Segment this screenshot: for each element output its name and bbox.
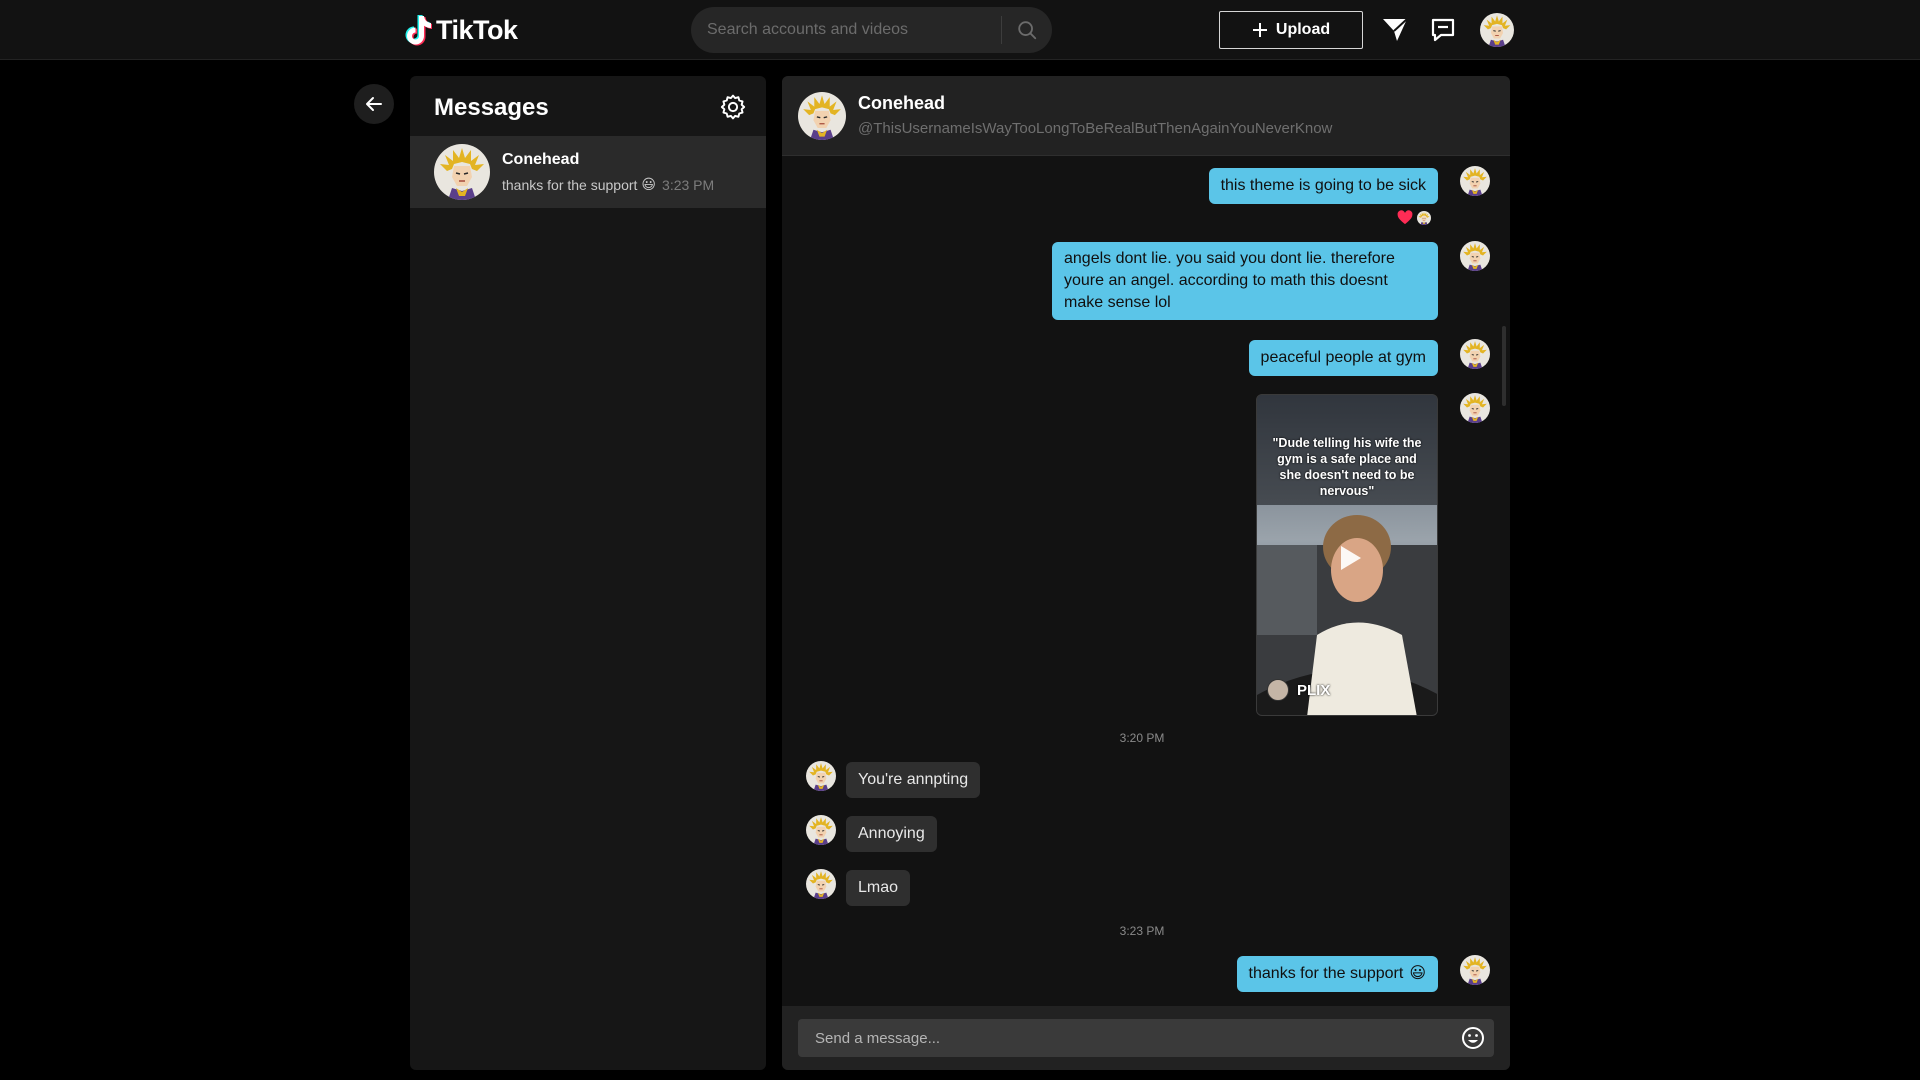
preview-emoji: 😃 xyxy=(641,176,657,192)
top-navbar: TikTok Upload xyxy=(0,0,1920,60)
heart-icon xyxy=(1397,210,1413,225)
back-arrow-icon xyxy=(366,97,382,111)
message-avatar[interactable] xyxy=(806,869,836,899)
message-composer xyxy=(782,1006,1510,1070)
conversation-name: Conehead xyxy=(502,151,580,168)
search-icon xyxy=(1018,21,1037,40)
message-bubble-incoming[interactable]: You're annpting xyxy=(846,762,981,798)
messages-button[interactable] xyxy=(1427,14,1459,46)
gear-icon xyxy=(720,94,746,120)
message-input[interactable] xyxy=(798,1019,1438,1057)
message-avatar xyxy=(1460,166,1490,196)
reaction-avatar xyxy=(1417,210,1431,225)
settings-button[interactable] xyxy=(718,92,748,122)
avatar-image xyxy=(1460,241,1490,271)
message-avatar[interactable] xyxy=(806,761,836,791)
chat-header: Conehead @ThisUsernameIsWayTooLongToBeRe… xyxy=(782,76,1510,156)
avatar-image xyxy=(1460,955,1490,985)
chat-panel: Conehead @ThisUsernameIsWayTooLongToBeRe… xyxy=(782,76,1510,1070)
send-icon xyxy=(1383,18,1408,41)
message-bubble-incoming[interactable]: Annoying xyxy=(846,816,937,852)
play-icon[interactable] xyxy=(1334,543,1364,573)
video-caption: "Dude telling his wife the gym is a safe… xyxy=(1272,436,1422,498)
message-avatar xyxy=(1460,339,1490,369)
upload-button[interactable]: Upload xyxy=(1219,11,1363,49)
avatar-image xyxy=(798,92,846,140)
avatar-image xyxy=(1460,339,1490,369)
message-timestamp: 3:23 PM xyxy=(1119,924,1165,938)
search-button[interactable] xyxy=(1002,7,1052,53)
plus-icon xyxy=(1252,23,1267,37)
shared-video-message[interactable]: "Dude telling his wife the gym is a safe… xyxy=(1256,394,1438,716)
message-emoji: 😃 xyxy=(1409,965,1426,982)
contact-handle[interactable]: @ThisUsernameIsWayTooLongToBeRealButThen… xyxy=(858,120,1332,137)
avatar-image xyxy=(806,869,836,899)
message-avatar xyxy=(1460,393,1490,423)
conversation-item[interactable]: Conehead thanks for the support 😃 3:23 P… xyxy=(410,136,766,208)
avatar-image xyxy=(1480,13,1514,47)
message-icon xyxy=(1431,18,1455,42)
video-author-avatar xyxy=(1267,679,1289,701)
preview-text: thanks for the support xyxy=(502,176,638,193)
composer-field xyxy=(798,1019,1494,1057)
avatar-image xyxy=(434,144,490,200)
avatar-image xyxy=(806,815,836,845)
tiktok-logo-icon xyxy=(405,15,432,46)
contact-name[interactable]: Conehead xyxy=(858,93,945,114)
message-reaction[interactable] xyxy=(1397,210,1431,225)
messages-title: Messages xyxy=(434,94,549,121)
profile-avatar[interactable] xyxy=(1480,13,1514,47)
message-bubble-incoming[interactable]: Lmao xyxy=(846,870,911,906)
message-bubble-outgoing[interactable]: angels dont lie. you said you dont lie. … xyxy=(1052,242,1438,320)
avatar-image xyxy=(806,761,836,791)
search-input[interactable] xyxy=(691,7,1001,53)
search-bar xyxy=(691,7,1052,53)
conversation-avatar xyxy=(434,144,490,200)
back-button[interactable] xyxy=(354,84,394,124)
upload-label: Upload xyxy=(1275,21,1331,38)
message-timestamp: 3:20 PM xyxy=(1119,731,1165,745)
chat-scrollbar[interactable] xyxy=(1502,326,1506,406)
tiktok-logo[interactable]: TikTok xyxy=(404,12,518,48)
emoji-icon xyxy=(1462,1027,1484,1049)
message-avatar[interactable] xyxy=(806,815,836,845)
conversation-list-panel: Messages Conehead thanks for the support… xyxy=(410,76,766,1070)
video-brand: PLIX xyxy=(1297,682,1331,699)
emoji-button[interactable] xyxy=(1460,1025,1486,1051)
inbox-send-button[interactable] xyxy=(1379,14,1411,46)
avatar-image xyxy=(1460,166,1490,196)
message-avatar xyxy=(1460,241,1490,271)
contact-avatar[interactable] xyxy=(798,92,846,140)
message-bubble-outgoing[interactable]: peaceful people at gym xyxy=(1248,340,1438,376)
message-avatar xyxy=(1460,955,1490,985)
conversation-preview: thanks for the support 😃 3:23 PM xyxy=(502,176,714,193)
message-text: thanks for the support xyxy=(1248,965,1404,982)
logo-text: TikTok xyxy=(436,14,518,45)
message-bubble-outgoing[interactable]: this theme is going to be sick xyxy=(1208,168,1438,204)
avatar-image xyxy=(1460,393,1490,423)
conversation-time: 3:23 PM xyxy=(662,176,715,193)
message-bubble-outgoing[interactable]: thanks for the support 😃 xyxy=(1236,956,1438,992)
